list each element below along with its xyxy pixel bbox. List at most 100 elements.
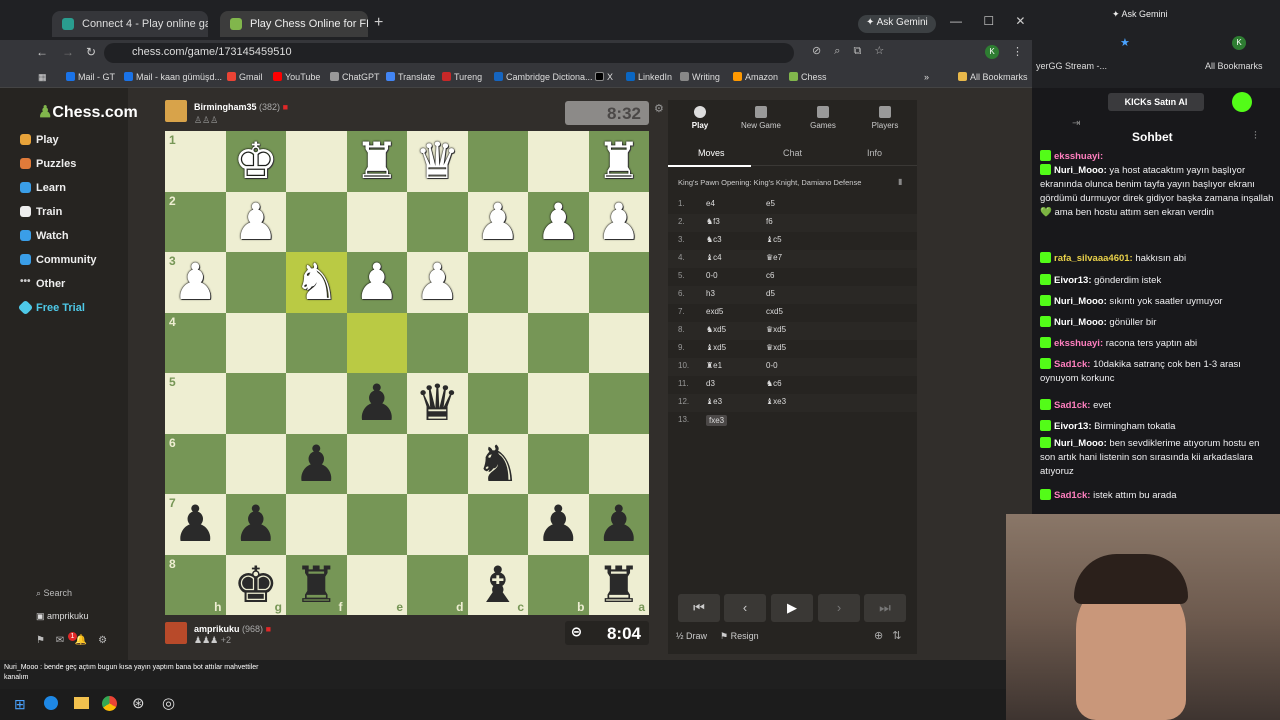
board-square[interactable] <box>346 312 407 373</box>
chevron-right-icon[interactable]: » <box>924 72 929 82</box>
board-square[interactable] <box>286 494 347 555</box>
chat-username[interactable]: Nuri_Mooo: <box>1054 296 1107 307</box>
nav-other[interactable]: ••• Other <box>20 276 65 290</box>
board-square[interactable]: ♟ <box>588 191 649 252</box>
user-avatar[interactable] <box>1232 92 1252 112</box>
white-move[interactable]: d3 <box>706 379 715 388</box>
bookmark-gmail[interactable]: Gmail <box>227 72 263 82</box>
board-square[interactable] <box>407 433 468 494</box>
black-move[interactable]: f6 <box>766 217 773 226</box>
nav-community[interactable]: Community <box>20 254 97 266</box>
board-square[interactable] <box>528 131 589 192</box>
board-square[interactable]: 3 ♟ <box>165 252 226 313</box>
bookmark-x[interactable]: X <box>595 72 613 82</box>
board-square[interactable] <box>407 494 468 555</box>
board-square[interactable] <box>225 312 286 373</box>
board-square[interactable]: ♟ <box>286 433 347 494</box>
draw-button[interactable]: ½ Draw <box>676 631 707 641</box>
collapse-chat-icon[interactable]: ⇥ <box>1072 118 1080 129</box>
black-move[interactable]: ♛xd5 <box>766 325 786 334</box>
board-square[interactable]: ♚ <box>225 131 286 192</box>
black-move[interactable]: ♝c5 <box>766 235 782 244</box>
white-move[interactable]: e4 <box>706 199 715 208</box>
window-controls[interactable]: — ☐ ✕ <box>950 14 1025 28</box>
board-square[interactable] <box>467 252 528 313</box>
black-move[interactable]: 0-0 <box>766 361 778 370</box>
tab-chat[interactable]: Chat <box>783 148 802 158</box>
nav-train[interactable]: Train <box>20 206 62 218</box>
chat-username[interactable]: Nuri_Mooo: <box>1054 317 1107 328</box>
browser-tab-connect4[interactable]: Connect 4 - Play online game ✕ <box>52 11 208 37</box>
bookmark-chess[interactable]: Chess <box>789 72 827 82</box>
board-square[interactable]: ♟ <box>225 191 286 252</box>
chat-username[interactable]: Sad1ck: <box>1054 359 1090 370</box>
white-move[interactable]: ♞c3 <box>706 235 722 244</box>
white-move[interactable]: h3 <box>706 289 715 298</box>
white-move[interactable]: fxe3 <box>706 415 728 426</box>
back-icon[interactable]: ← <box>36 45 48 59</box>
chat-username[interactable]: Nuri_Mooo: <box>1054 165 1107 176</box>
tab-info[interactable]: Info <box>867 148 882 158</box>
opening-name[interactable]: King's Pawn Opening: King's Knight, Dami… <box>678 178 861 187</box>
board-square[interactable] <box>286 373 347 434</box>
black-move[interactable]: ♛xd5 <box>766 343 786 352</box>
bookmark-mail-kaan[interactable]: Mail - kaan gümüşd... <box>124 72 222 82</box>
black-move[interactable]: c6 <box>766 271 774 280</box>
black-pawn-icon[interactable]: ♟ <box>294 439 339 489</box>
first-move-button[interactable]: ⏮ <box>678 594 720 622</box>
board-square[interactable] <box>286 312 347 373</box>
board-square[interactable]: 1 <box>165 131 226 192</box>
board-square[interactable] <box>225 373 286 434</box>
chat-username[interactable]: Sad1ck: <box>1054 400 1090 411</box>
opponent-avatar[interactable] <box>165 100 187 122</box>
board-square[interactable] <box>286 131 347 192</box>
chrome-icon[interactable] <box>102 696 117 711</box>
ask-gemini-secondary[interactable]: ✦ Ask Gemini <box>1112 9 1168 20</box>
board-square[interactable]: ♟ <box>528 494 589 555</box>
black-pawn-icon[interactable]: ♟ <box>354 378 399 428</box>
board-square[interactable] <box>346 494 407 555</box>
board-square[interactable] <box>346 191 407 252</box>
bookmark-chatgpt[interactable]: ChatGPT <box>330 72 380 82</box>
black-pawn-icon[interactable]: ♟ <box>596 499 641 549</box>
white-pawn-icon[interactable]: ♟ <box>475 197 520 247</box>
tab-players[interactable]: Players <box>860 106 910 130</box>
black-rook-icon[interactable]: ♜ <box>294 560 339 610</box>
board-square[interactable]: ♟ <box>346 252 407 313</box>
profile-avatar-secondary[interactable]: K <box>1232 36 1246 50</box>
book-icon[interactable]: ▮ <box>898 177 902 186</box>
chess-logo[interactable]: ♟Chess.com <box>38 102 138 122</box>
black-pawn-icon[interactable]: ♟ <box>536 499 581 549</box>
buy-kicks-button[interactable]: KICKs Satın Al <box>1108 93 1204 111</box>
board-square[interactable]: 7 ♟ <box>165 494 226 555</box>
white-move[interactable]: ♝c4 <box>706 253 722 262</box>
bookmark-youtube[interactable]: YouTube <box>273 72 320 82</box>
black-knight-icon[interactable]: ♞ <box>475 439 520 489</box>
bookmark-tureng[interactable]: Tureng <box>442 72 482 82</box>
bookmark-mail-gt[interactable]: Mail - GT <box>66 72 115 82</box>
nav-play[interactable]: Play <box>20 134 59 146</box>
forward-icon[interactable]: → <box>62 45 74 59</box>
star-icon[interactable]: ★ <box>1120 36 1130 49</box>
black-move[interactable]: d5 <box>766 289 775 298</box>
chat-username[interactable]: Eivor13: <box>1054 421 1092 432</box>
board-square[interactable]: ♛ <box>407 131 468 192</box>
board-square[interactable]: 5 <box>165 373 226 434</box>
resign-button[interactable]: ⚑ Resign <box>720 631 759 642</box>
black-bishop-icon[interactable]: ♝ <box>475 560 520 610</box>
share-flip-icons[interactable]: ⊕ ⇅ <box>874 629 902 642</box>
chat-settings-icon[interactable]: ⫶ <box>1254 130 1257 143</box>
board-square[interactable]: ♜ <box>588 131 649 192</box>
white-move[interactable]: ♞f3 <box>706 217 720 226</box>
previous-move-button[interactable]: ‹ <box>724 594 766 622</box>
stream-tab[interactable]: yerGG Stream -... <box>1036 61 1107 71</box>
ask-gemini-button[interactable]: ✦ Ask Gemini <box>858 15 936 33</box>
chat-username[interactable]: rafa_silvaaa4601: <box>1054 253 1133 264</box>
opponent-name[interactable]: Birmingham35 (382) ■ <box>194 102 288 112</box>
white-move[interactable]: 0-0 <box>706 271 718 280</box>
all-bookmarks-secondary[interactable]: All Bookmarks <box>1205 61 1263 71</box>
menu-icon[interactable]: ⋮ <box>1012 45 1023 58</box>
chat-username[interactable]: Eivor13: <box>1054 275 1092 286</box>
white-king-icon[interactable]: ♚ <box>233 136 278 186</box>
board-square[interactable] <box>225 433 286 494</box>
